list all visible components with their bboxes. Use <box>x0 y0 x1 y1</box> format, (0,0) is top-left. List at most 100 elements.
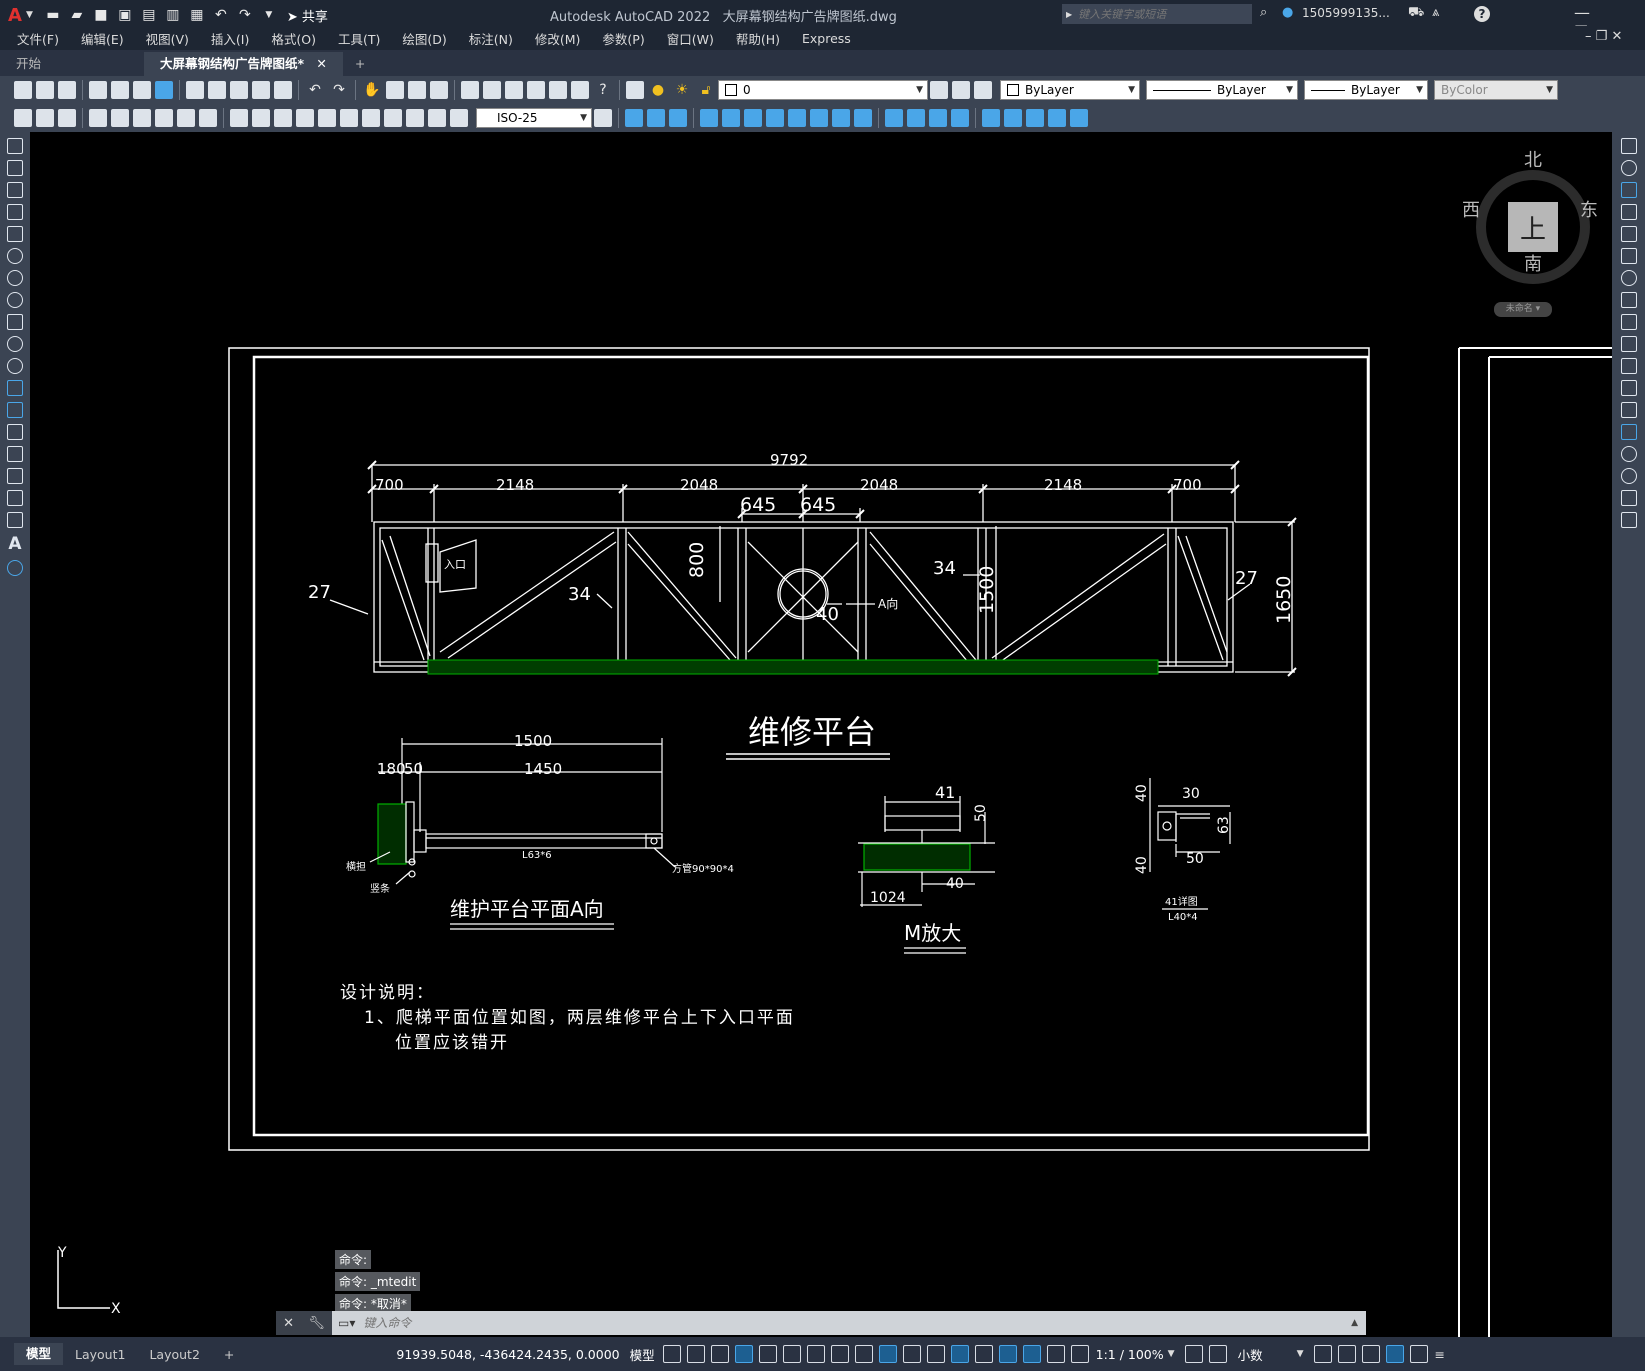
dim-space-icon[interactable] <box>274 109 292 127</box>
annotation-scale-value[interactable]: 1:1 / 100% <box>1096 1347 1164 1362</box>
gradient-icon[interactable] <box>7 468 23 484</box>
dim-aligned-icon[interactable] <box>36 109 54 127</box>
isometric-icon[interactable] <box>782 1345 801 1363</box>
tab-layout2[interactable]: Layout2 <box>137 1347 211 1362</box>
dimstyle-manager-icon[interactable] <box>594 109 612 127</box>
properties-icon[interactable] <box>461 81 479 99</box>
menu-edit[interactable]: 编辑(E) <box>81 29 124 48</box>
join-icon[interactable] <box>1620 424 1637 440</box>
lineweight-dropdown[interactable]: ByLayer ▼ <box>1304 80 1428 100</box>
plot-icon-2[interactable] <box>89 81 107 99</box>
tool-palettes-icon[interactable] <box>505 81 523 99</box>
doc-close-icon[interactable]: ✕ <box>1611 29 1622 44</box>
chevron-down-icon[interactable]: ▼ <box>1297 1349 1304 1359</box>
dim-arc-icon[interactable] <box>58 109 76 127</box>
doc-restore-icon[interactable]: ❐ <box>1596 29 1608 44</box>
dim-ordinate-icon[interactable] <box>89 109 107 127</box>
dim-baseline-icon[interactable] <box>230 109 248 127</box>
menu-format[interactable]: 格式(O) <box>271 29 316 48</box>
model-space-toggle[interactable]: 模型 <box>630 1345 655 1364</box>
dim-update-icon[interactable] <box>450 109 468 127</box>
viewcube[interactable]: 上 北 南 东 西 <box>1458 150 1608 320</box>
intersect-icon[interactable] <box>669 109 687 127</box>
copy-icon[interactable] <box>208 81 226 99</box>
chamfer-icon[interactable] <box>1620 446 1637 462</box>
command-customize-icon[interactable]: 🔧︎ <box>308 1316 325 1331</box>
command-input[interactable] <box>361 1315 1266 1331</box>
object-snap-tracking-icon[interactable] <box>806 1345 825 1363</box>
taper-faces-icon[interactable] <box>810 109 828 127</box>
lock-ui-icon[interactable] <box>1337 1345 1356 1363</box>
undo-icon-2[interactable]: ↶ <box>305 80 325 100</box>
menu-dimension[interactable]: 标注(N) <box>469 29 513 48</box>
grid-icon[interactable] <box>662 1345 681 1363</box>
customization-menu-icon[interactable]: ≡ <box>1435 1347 1445 1362</box>
color-dropdown[interactable]: ByLayer ▼ <box>1000 80 1140 100</box>
explode-icon[interactable] <box>1620 512 1637 528</box>
autocad-logo-icon[interactable]: A <box>8 5 22 26</box>
menu-tools[interactable]: 工具(T) <box>338 29 380 48</box>
union-icon[interactable] <box>625 109 643 127</box>
extract-edges-icon[interactable] <box>1004 109 1022 127</box>
ellipse-icon[interactable] <box>7 336 23 352</box>
paste-icon[interactable] <box>230 81 248 99</box>
new-tab-button[interactable]: + <box>344 52 376 76</box>
break-at-point-icon[interactable] <box>1620 380 1637 396</box>
dim-angular-icon[interactable] <box>177 109 195 127</box>
selection-filter-icon[interactable] <box>974 1345 993 1363</box>
make-block-icon[interactable] <box>7 402 23 418</box>
check-icon[interactable] <box>982 109 1000 127</box>
qdim-icon[interactable] <box>199 109 217 127</box>
zoom-previous-icon[interactable] <box>430 81 448 99</box>
circle-icon[interactable] <box>7 270 23 286</box>
sheet-set-icon[interactable] <box>527 81 545 99</box>
line-icon[interactable] <box>7 138 23 154</box>
dimstyle-dropdown[interactable]: ISO-25 ▼ <box>476 108 592 128</box>
compass-east[interactable]: 东 <box>1580 196 1598 222</box>
menu-draw[interactable]: 绘图(D) <box>402 29 446 48</box>
layer-previous-icon[interactable] <box>952 81 970 99</box>
annotation-visibility-icon[interactable] <box>1022 1345 1041 1363</box>
user-icon[interactable]: ● <box>1282 5 1293 20</box>
fillet-icon[interactable] <box>1620 468 1637 484</box>
coordinates-readout[interactable]: 91939.5048, -436424.2435, 0.0000 <box>396 1347 619 1362</box>
redo-icon[interactable]: ↷ <box>235 5 255 25</box>
menu-express[interactable]: Express <box>802 31 851 46</box>
break-icon[interactable] <box>1620 402 1637 418</box>
stretch-icon[interactable] <box>1620 314 1637 330</box>
extend-icon[interactable] <box>1620 358 1637 374</box>
layer-properties-icon[interactable] <box>626 81 644 99</box>
workspace-gear-icon[interactable] <box>1184 1345 1203 1363</box>
design-center-icon[interactable] <box>483 81 501 99</box>
menu-parametric[interactable]: 参数(P) <box>602 29 644 48</box>
menu-help[interactable]: 帮助(H) <box>736 29 780 48</box>
zoom-window-icon[interactable] <box>408 81 426 99</box>
delete-faces-icon[interactable] <box>766 109 784 127</box>
inspect-icon[interactable] <box>362 109 380 127</box>
dim-edit-icon[interactable] <box>406 109 424 127</box>
move-icon[interactable] <box>1620 248 1637 264</box>
save-icon[interactable]: ■ <box>91 5 111 25</box>
isolate-objects-icon[interactable] <box>1361 1345 1380 1363</box>
menu-insert[interactable]: 插入(I) <box>211 29 249 48</box>
redo-icon-2[interactable]: ↷ <box>329 80 349 100</box>
construction-line-icon[interactable] <box>7 160 23 176</box>
multiline-text-icon[interactable]: A <box>0 534 30 554</box>
polygon-icon[interactable] <box>7 204 23 220</box>
dim-jogged-icon[interactable] <box>133 109 151 127</box>
menu-modify[interactable]: 修改(M) <box>535 29 581 48</box>
share-button[interactable]: ➤ 共享 <box>287 6 328 25</box>
rectangle-icon[interactable] <box>7 226 23 242</box>
dim-text-edit-icon[interactable] <box>428 109 446 127</box>
polyline-icon[interactable] <box>7 182 23 198</box>
dim-diameter-icon[interactable] <box>155 109 173 127</box>
copy-faces-icon[interactable] <box>832 109 850 127</box>
plot-icon[interactable]: ▦ <box>187 5 207 25</box>
cart-icon[interactable]: ⛟ <box>1408 5 1424 22</box>
insert-block-icon[interactable] <box>7 380 23 396</box>
auto-scale-icon[interactable] <box>1046 1345 1065 1363</box>
transparency-icon[interactable] <box>878 1345 897 1363</box>
save-as-icon[interactable]: ▣ <box>115 5 135 25</box>
linetype-dropdown[interactable]: ByLayer ▼ <box>1146 80 1298 100</box>
point-icon[interactable] <box>7 424 23 440</box>
